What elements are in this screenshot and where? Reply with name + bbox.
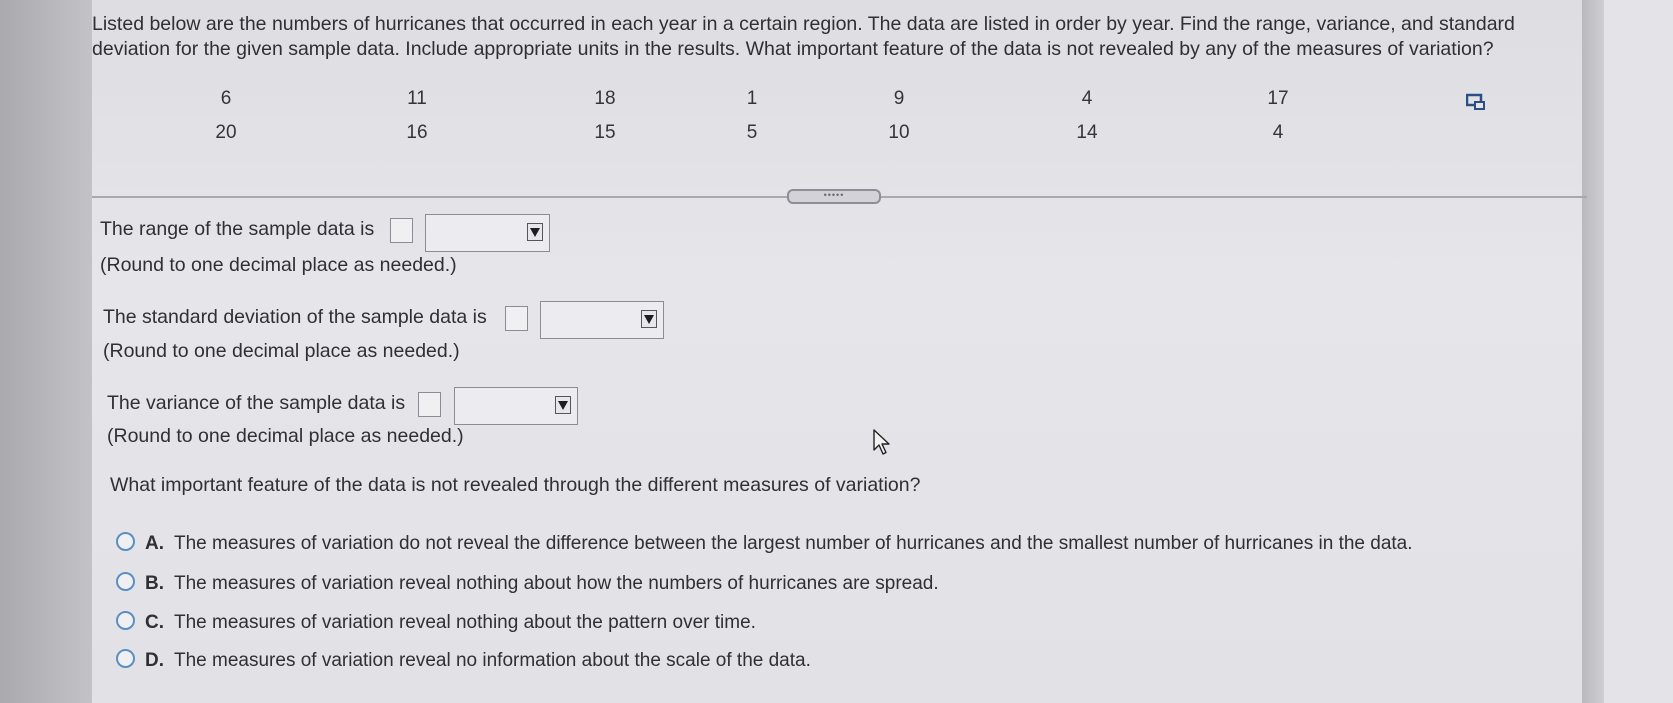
range-unit-select[interactable]: [425, 214, 550, 252]
choice-b[interactable]: B. The measures of variation reveal nothi…: [116, 572, 939, 595]
dropdown-arrow-icon[interactable]: [641, 310, 657, 328]
data-cell: 17: [1267, 88, 1289, 109]
data-cell: 1: [746, 88, 758, 109]
radio-d[interactable]: [116, 649, 135, 668]
data-cell: 9: [893, 88, 905, 109]
variance-rounding-note: (Round to one decimal place as needed.): [107, 425, 464, 447]
choice-d[interactable]: D. The measures of variation reveal no in…: [116, 649, 811, 672]
data-cell: 10: [888, 122, 910, 143]
data-cell: 6: [220, 88, 232, 109]
feature-question: What important feature of the data is no…: [110, 474, 921, 496]
choice-text: The measures of variation reveal nothing…: [174, 612, 756, 633]
data-cell: 15: [594, 122, 616, 143]
sd-rounding-note: (Round to one decimal place as needed.): [103, 340, 460, 362]
data-cell: 4: [1081, 88, 1093, 109]
dropdown-arrow-icon[interactable]: [527, 223, 543, 241]
data-cell: 16: [406, 122, 428, 143]
choice-letter: A.: [145, 533, 164, 554]
dropdown-arrow-icon[interactable]: [555, 396, 571, 414]
divider-drag-handle[interactable]: •••••: [787, 189, 881, 204]
variance-input[interactable]: [418, 392, 441, 417]
data-cell: 4: [1272, 122, 1284, 143]
choice-a[interactable]: A. The measures of variation do not revea…: [116, 532, 1413, 555]
choice-text: The measures of variation reveal nothing…: [174, 573, 939, 594]
radio-c[interactable]: [116, 611, 135, 630]
range-input[interactable]: [390, 218, 413, 243]
data-cell: 5: [746, 122, 758, 143]
question-line-1: Listed below are the numbers of hurrican…: [92, 13, 1515, 35]
question-text: Listed below are the numbers of hurrican…: [92, 12, 1592, 62]
question-line-2: deviation for the given sample data. Inc…: [92, 38, 1494, 60]
sd-label: The standard deviation of the sample dat…: [103, 306, 487, 328]
choice-text: The measures of variation reveal no info…: [174, 650, 811, 671]
choice-c[interactable]: C. The measures of variation reveal nothi…: [116, 611, 756, 634]
radio-b[interactable]: [116, 572, 135, 591]
sd-unit-select[interactable]: [540, 301, 664, 339]
choice-letter: B.: [145, 573, 164, 594]
mouse-pointer-icon: [872, 428, 892, 456]
range-label: The range of the sample data is: [100, 218, 375, 240]
choice-text: The measures of variation do not reveal …: [174, 533, 1413, 554]
variance-label: The variance of the sample data is: [107, 392, 406, 414]
variance-unit-select[interactable]: [454, 387, 578, 425]
data-cell: 18: [594, 88, 616, 109]
range-rounding-note: (Round to one decimal place as needed.): [100, 254, 457, 276]
copy-icon[interactable]: [1465, 93, 1486, 111]
choice-letter: D.: [145, 650, 164, 671]
choice-letter: C.: [145, 612, 164, 633]
data-cell: 20: [215, 122, 237, 143]
data-cell: 14: [1076, 122, 1098, 143]
data-cell: 11: [407, 88, 427, 109]
sd-input[interactable]: [505, 306, 528, 331]
data-row-2: 20 16 15 5 10 14 4: [0, 122, 1673, 146]
data-row-1: 6 11 18 1 9 4 17: [0, 88, 1673, 112]
radio-a[interactable]: [116, 532, 135, 551]
